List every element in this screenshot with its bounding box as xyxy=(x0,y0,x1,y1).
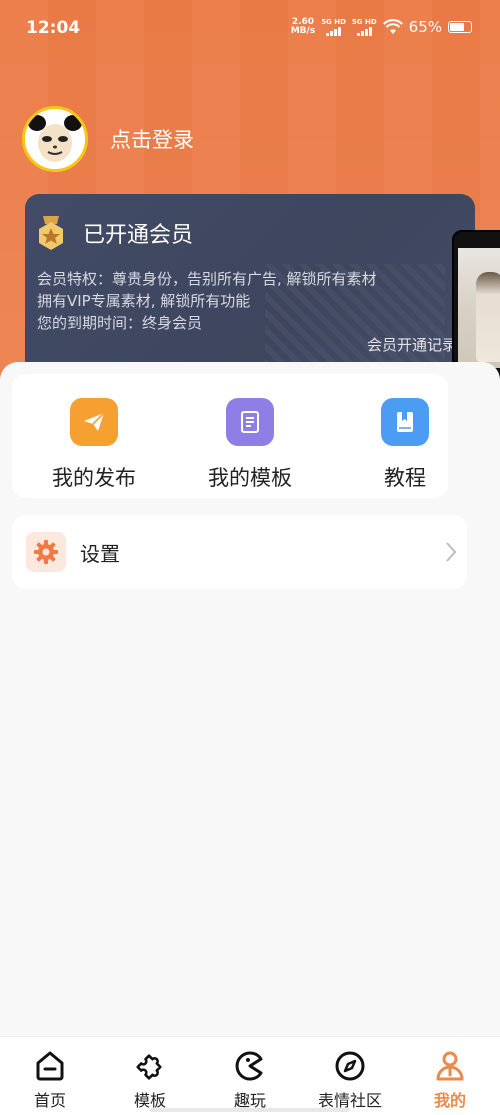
network-speed: 2.60 MB/s xyxy=(291,18,315,36)
tab-label: 我的 xyxy=(433,1091,466,1110)
tab-mine[interactable]: 我的 xyxy=(400,1037,500,1115)
avatar[interactable] xyxy=(22,106,88,172)
vip-membership-card[interactable]: 已开通会员 会员特权：尊贵身份，告别所有广告, 解锁所有素材 拥有VIP专属素材… xyxy=(25,194,475,384)
sim2-label: 5G HD xyxy=(351,17,377,26)
book-icon xyxy=(381,398,429,446)
quick-action-my-templates[interactable]: 我的模板 xyxy=(180,398,320,492)
home-indicator xyxy=(150,1108,350,1112)
vip-benefits: 会员特权：尊贵身份，告别所有广告, 解锁所有素材 拥有VIP专属素材, 解锁所有… xyxy=(37,268,377,334)
tab-label: 首页 xyxy=(33,1091,66,1110)
vip-title: 已开通会员 xyxy=(37,216,193,250)
vip-expiry-line: 您的到期时间：终身会员 xyxy=(37,314,203,332)
login-link[interactable]: 点击登录 xyxy=(110,124,194,154)
bottom-tab-bar: 首页 模板 趣玩 表情社区 我的 xyxy=(0,1036,500,1115)
panda-meme-avatar-icon xyxy=(25,109,85,169)
vip-title-text: 已开通会员 xyxy=(83,223,194,248)
profile-section[interactable]: 点击登录 xyxy=(22,106,194,172)
signal-sim2-icon: 5G HD xyxy=(351,17,377,36)
user-icon xyxy=(436,1051,464,1081)
tab-home[interactable]: 首页 xyxy=(0,1037,100,1115)
vip-benefit-line: 会员特权：尊贵身份，告别所有广告, 解锁所有素材 xyxy=(37,270,377,288)
tab-emoji-community[interactable]: 表情社区 xyxy=(300,1037,400,1115)
quick-action-label: 教程 xyxy=(384,466,426,490)
settings-label: 设置 xyxy=(80,541,120,566)
vip-benefit-line: 拥有VIP专属素材, 解锁所有功能 xyxy=(37,292,251,310)
medal-icon xyxy=(39,216,63,250)
home-icon xyxy=(36,1051,64,1081)
video-person xyxy=(476,272,500,362)
battery-icon xyxy=(448,21,472,33)
membership-record-link[interactable]: 会员开通记录 xyxy=(367,334,457,355)
settings-row[interactable]: 设置 xyxy=(12,515,467,589)
status-indicators: 2.60 MB/s 5G HD 5G HD 65% xyxy=(291,18,472,36)
compass-icon xyxy=(335,1051,365,1081)
sim1-label: 5G HD xyxy=(321,17,346,26)
quick-action-label: 我的模板 xyxy=(208,466,292,490)
signal-sim1-icon: 5G HD xyxy=(321,17,346,36)
send-icon xyxy=(70,398,118,446)
pacman-icon xyxy=(235,1051,263,1081)
tab-templates[interactable]: 模板 xyxy=(100,1037,200,1115)
chevron-right-icon xyxy=(446,542,457,562)
tab-fun[interactable]: 趣玩 xyxy=(200,1037,300,1115)
quick-actions-card: 我的发布 我的模板 教程 xyxy=(12,374,448,498)
wifi-icon xyxy=(382,19,403,34)
puzzle-icon xyxy=(136,1054,162,1080)
quick-action-label: 我的发布 xyxy=(52,466,136,490)
template-icon xyxy=(226,398,274,446)
network-speed-unit: MB/s xyxy=(290,26,316,36)
battery-percent: 65% xyxy=(408,18,442,36)
status-time: 12:04 xyxy=(26,18,81,38)
quick-action-my-posts[interactable]: 我的发布 xyxy=(24,398,164,492)
status-bar: 12:04 2.60 MB/s 5G HD 5G HD 65% xyxy=(0,0,500,60)
gear-icon xyxy=(26,532,66,572)
quick-action-tutorial[interactable]: 教程 xyxy=(335,398,475,492)
